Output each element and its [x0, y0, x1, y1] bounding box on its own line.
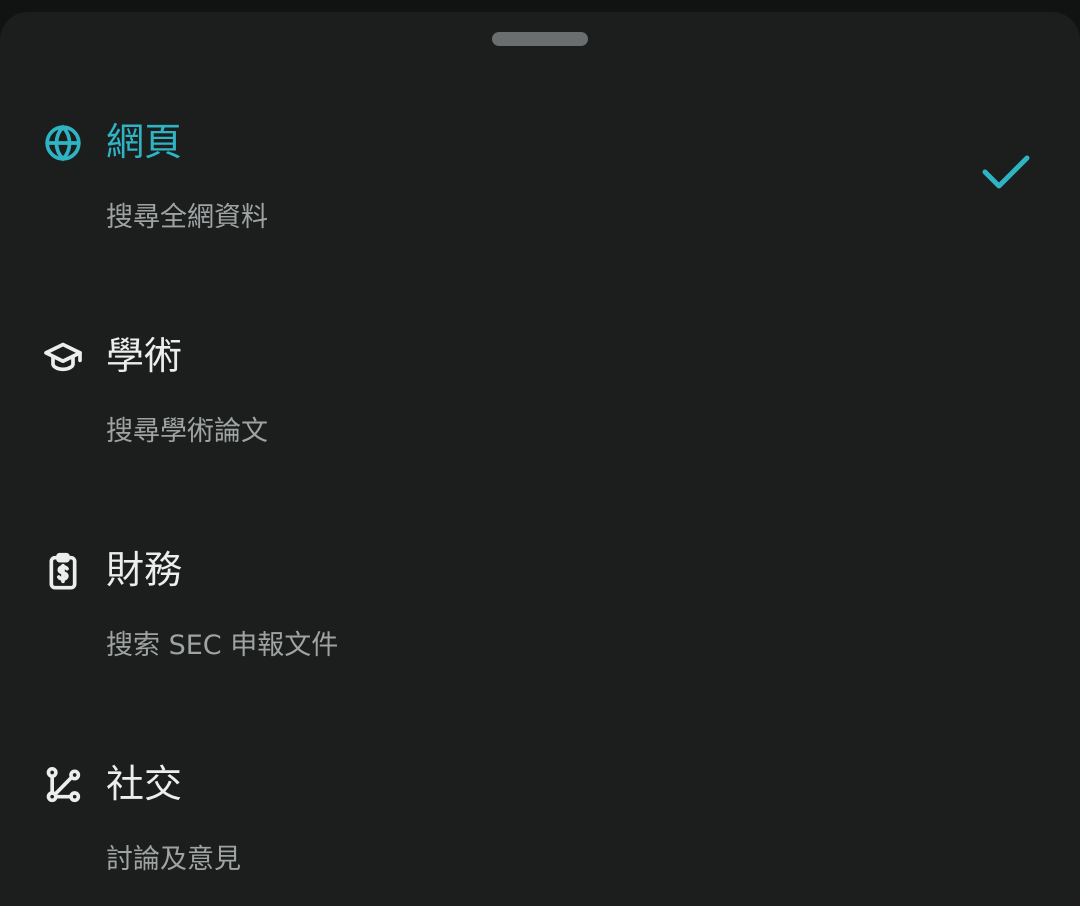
option-description: 討論及意見: [106, 844, 241, 875]
option-title: 社交: [106, 762, 183, 806]
option-description: 搜尋學術論文: [106, 416, 268, 447]
option-academic[interactable]: 學術 搜尋學術論文: [0, 314, 1080, 514]
option-web[interactable]: 網頁 搜尋全網資料: [0, 100, 1080, 300]
source-picker-sheet: 網頁 搜尋全網資料 學術 搜尋學術論文 財務 搜索 SEC 申報文件 社交 討論…: [0, 12, 1080, 906]
option-title: 學術: [106, 334, 183, 378]
option-description: 搜索 SEC 申報文件: [106, 630, 339, 661]
social-graph-icon: [42, 764, 84, 806]
graduation-cap-icon: [42, 336, 84, 378]
option-title: 財務: [106, 548, 183, 592]
option-title: 網頁: [106, 120, 183, 164]
checkmark-icon: [980, 152, 1032, 192]
drag-handle[interactable]: [492, 32, 588, 46]
globe-icon: [42, 122, 84, 164]
option-social[interactable]: 社交 討論及意見: [0, 742, 1080, 906]
clipboard-dollar-icon: [42, 550, 84, 592]
option-finance[interactable]: 財務 搜索 SEC 申報文件: [0, 528, 1080, 728]
option-description: 搜尋全網資料: [106, 202, 268, 233]
